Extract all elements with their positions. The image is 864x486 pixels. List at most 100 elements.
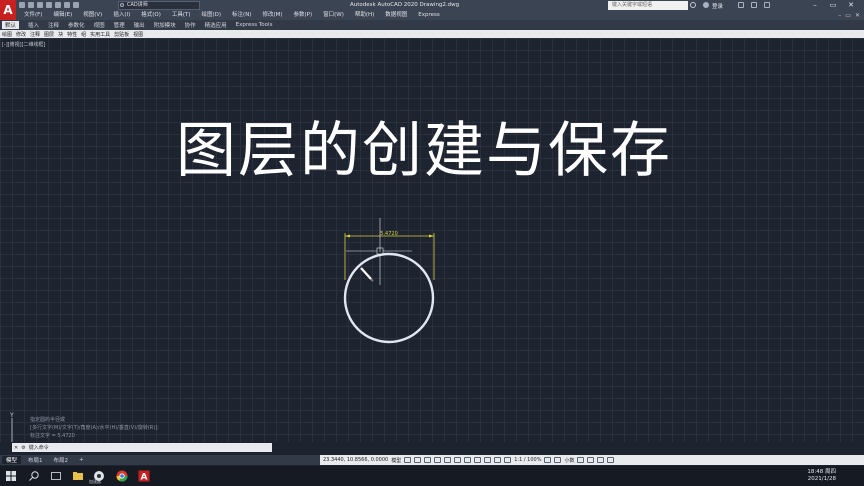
annotation-monitor-icon[interactable]: [554, 457, 562, 463]
panel-modify[interactable]: 修改: [16, 31, 26, 38]
osnap-icon[interactable]: [444, 457, 452, 463]
circle-entity[interactable]: [343, 252, 435, 344]
customize-icon[interactable]: [607, 457, 615, 463]
menu-file[interactable]: 文件(F): [24, 11, 42, 20]
menu-parametric[interactable]: 参数(P): [294, 11, 313, 20]
plot-icon[interactable]: [55, 2, 61, 8]
panel-draw[interactable]: 绘图: [2, 31, 12, 38]
menu-tools[interactable]: 工具(T): [172, 11, 191, 20]
tab-express-tools[interactable]: Express Tools: [236, 22, 273, 28]
history-line: 标注文字 = 5.4720: [30, 433, 75, 439]
save-icon[interactable]: [37, 2, 43, 8]
menu-edit[interactable]: 编辑(E): [53, 11, 72, 20]
windows-start-icon[interactable]: [5, 470, 17, 482]
drawing-window-controls: – ▭ ✕: [838, 11, 860, 20]
drawing-restore-button[interactable]: ▭: [845, 11, 851, 20]
panel-clipboard[interactable]: 剪贴板: [114, 31, 129, 38]
menu-modify[interactable]: 修改(M): [262, 11, 282, 20]
new-icon[interactable]: [19, 2, 25, 8]
menu-window[interactable]: 窗口(W): [323, 11, 344, 20]
snap-icon[interactable]: [414, 457, 422, 463]
panel-view[interactable]: 视图: [133, 31, 143, 38]
autocad-taskbar-icon[interactable]: A: [138, 470, 150, 482]
command-prompt[interactable]: 键入命令: [29, 444, 49, 451]
menu-insert[interactable]: 插入(I): [113, 11, 130, 20]
panel-utilities[interactable]: 实用工具: [90, 31, 110, 38]
panel-block[interactable]: 块: [58, 31, 63, 38]
history-line: 指定圆的半径或: [30, 417, 66, 423]
folder-icon[interactable]: [72, 470, 84, 482]
tab-layout2[interactable]: 布局2: [50, 456, 73, 464]
panel-layers[interactable]: 图层: [44, 31, 54, 38]
tab-model[interactable]: 模型: [2, 456, 22, 464]
panel-groups[interactable]: 组: [81, 31, 86, 38]
search-icon[interactable]: [690, 2, 696, 8]
model-space-toggle[interactable]: 模型: [391, 457, 401, 464]
system-clock[interactable]: 18:48 周四 2021/1/28: [807, 469, 836, 483]
redo-icon[interactable]: [73, 2, 79, 8]
annotation-scale[interactable]: 1:1 / 100%: [514, 457, 541, 463]
workspace-switch-icon[interactable]: [544, 457, 552, 463]
tab-output[interactable]: 输出: [134, 21, 145, 29]
menu-format[interactable]: 格式(O): [141, 11, 161, 20]
selection-cycling-icon[interactable]: [494, 457, 502, 463]
lineweight-icon[interactable]: [474, 457, 482, 463]
panel-annotation[interactable]: 注释: [30, 31, 40, 38]
workspace-select[interactable]: CAD讲师: [118, 1, 200, 10]
open-icon[interactable]: [28, 2, 34, 8]
login-link[interactable]: 登录: [712, 2, 723, 10]
menu-help[interactable]: 帮助(H): [355, 11, 374, 20]
cart-icon[interactable]: [738, 2, 744, 8]
drawing-minimize-button[interactable]: –: [838, 11, 841, 20]
menu-draw[interactable]: 绘图(D): [202, 11, 222, 20]
ortho-icon[interactable]: [424, 457, 432, 463]
user-icon[interactable]: [703, 2, 709, 8]
add-layout-button[interactable]: +: [75, 457, 88, 463]
tab-manage[interactable]: 管理: [114, 21, 125, 29]
tab-collaborate[interactable]: 协作: [185, 21, 196, 29]
help-icon[interactable]: [764, 2, 770, 8]
search-input[interactable]: 键入关键字或短语: [608, 1, 688, 10]
svg-text:A: A: [141, 473, 148, 483]
viewport-controls[interactable]: [-][俯视][二维线框]: [2, 41, 46, 48]
search-icon[interactable]: [28, 470, 40, 482]
annotation-icon[interactable]: [504, 457, 512, 463]
command-line[interactable]: ✕ ⚙ 键入命令: [12, 443, 272, 452]
otrack-icon[interactable]: [454, 457, 462, 463]
units-select[interactable]: 小数: [564, 457, 574, 464]
quick-properties-icon[interactable]: [577, 457, 585, 463]
panel-properties[interactable]: 特性: [67, 31, 77, 38]
polar-icon[interactable]: [434, 457, 442, 463]
tab-insert[interactable]: 插入: [28, 21, 39, 29]
chrome-icon[interactable]: [116, 470, 128, 482]
menu-express[interactable]: Express: [418, 11, 439, 20]
task-view-icon[interactable]: [50, 470, 62, 482]
coordinates-readout[interactable]: 23.3440, 10.8566, 0.0000: [323, 457, 388, 463]
minimize-button[interactable]: –: [806, 0, 824, 11]
undo-icon[interactable]: [64, 2, 70, 8]
tab-parametric[interactable]: 参数化: [68, 21, 85, 29]
maximize-button[interactable]: ▭: [824, 0, 842, 11]
drawing-close-button[interactable]: ✕: [855, 11, 860, 20]
clean-screen-icon[interactable]: [597, 457, 605, 463]
menu-dimension[interactable]: 标注(N): [232, 11, 251, 20]
tab-layout1[interactable]: 布局1: [24, 456, 47, 464]
close-button[interactable]: ✕: [842, 0, 860, 11]
close-icon[interactable]: ✕: [14, 445, 18, 451]
isolate-objects-icon[interactable]: [587, 457, 595, 463]
video-title: 图层的创建与保存: [176, 116, 672, 186]
autocad-logo[interactable]: A: [0, 0, 16, 20]
dynamic-input-icon[interactable]: [464, 457, 472, 463]
transparency-icon[interactable]: [484, 457, 492, 463]
tab-annotate[interactable]: 注释: [48, 21, 59, 29]
tab-default[interactable]: 默认: [2, 21, 20, 29]
grid-icon[interactable]: [404, 457, 412, 463]
wrench-icon[interactable]: ⚙: [21, 445, 25, 451]
menu-view[interactable]: 视图(V): [83, 11, 102, 20]
tab-featured-apps[interactable]: 精选应用: [205, 21, 227, 29]
menu-data-view[interactable]: 数据视图: [385, 11, 407, 20]
tab-view[interactable]: 视图: [94, 21, 105, 29]
save-as-icon[interactable]: [46, 2, 52, 8]
tab-addins[interactable]: 附加模块: [154, 21, 176, 29]
exchange-icon[interactable]: [751, 2, 757, 8]
